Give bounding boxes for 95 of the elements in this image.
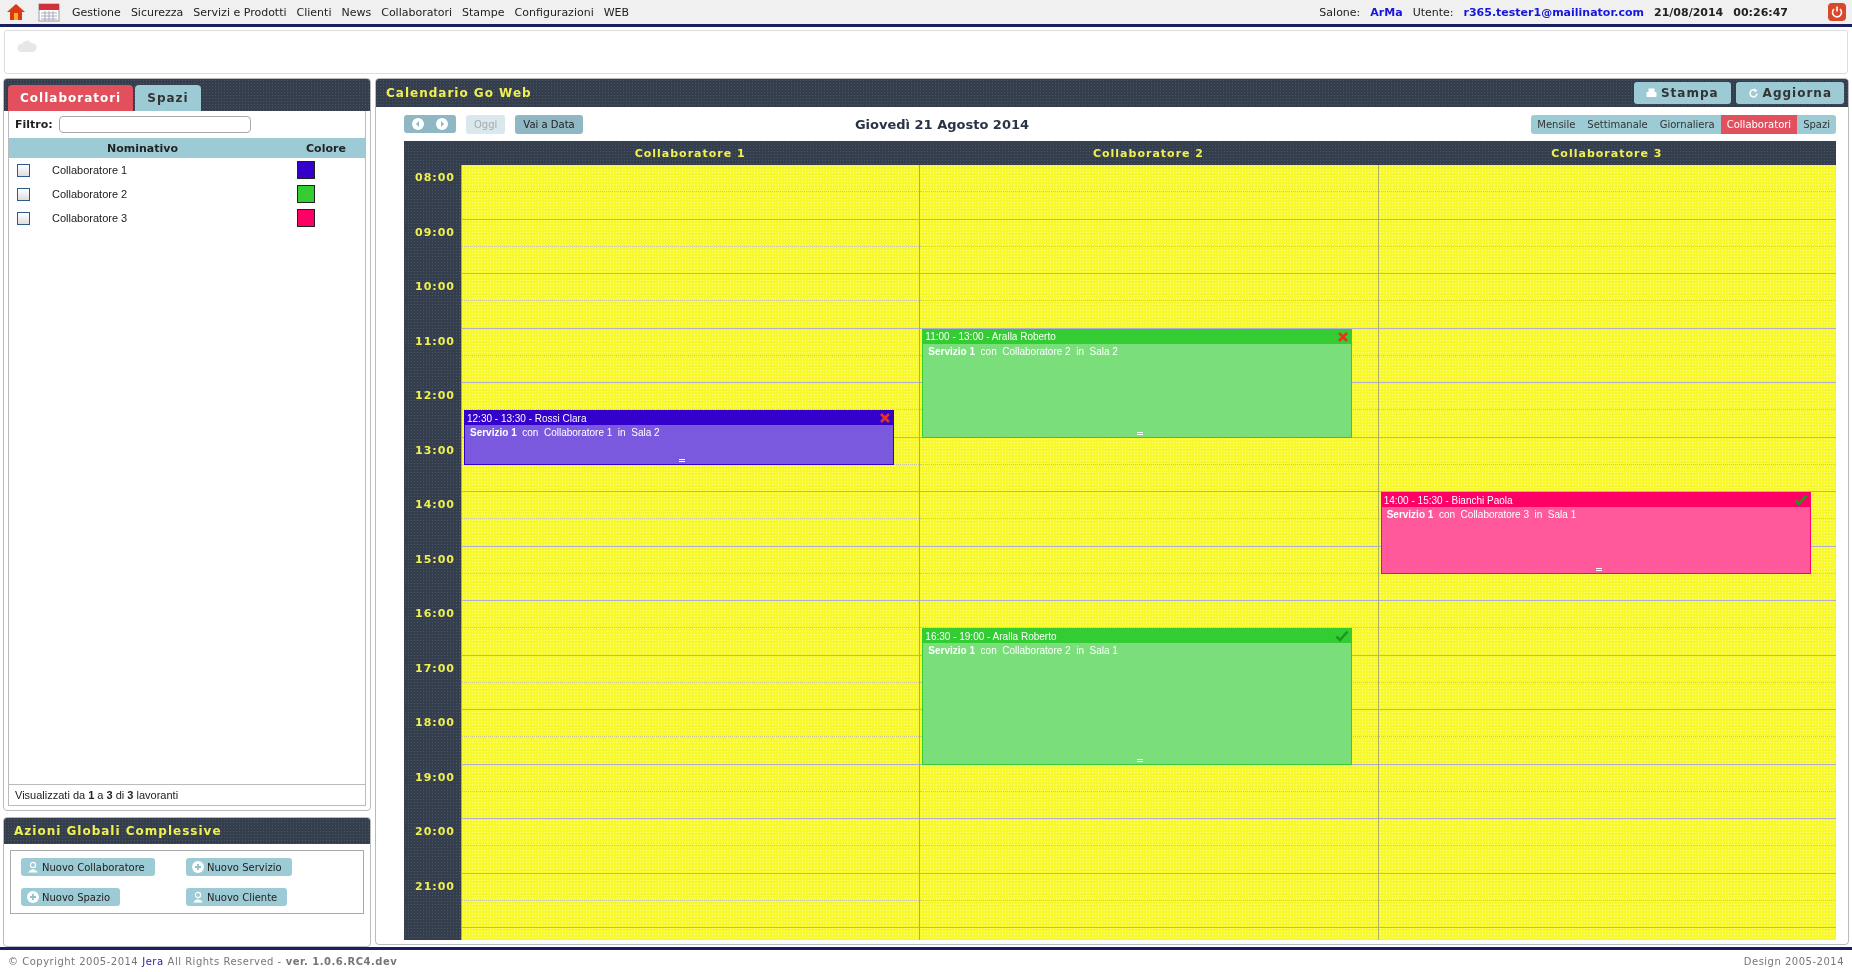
collaborator-name: Collaboratore 1: [52, 164, 129, 176]
salone-name: ArMa: [1370, 5, 1403, 19]
hour-label: 19:00: [415, 770, 455, 784]
user-label: Utente:: [1412, 5, 1454, 19]
panel-tab[interactable]: Spazi: [135, 85, 201, 111]
view-tab[interactable]: Giornaliera: [1653, 114, 1721, 134]
design-text: Design 2005-2014: [1743, 955, 1844, 967]
cross-icon[interactable]: [878, 412, 891, 425]
action-button[interactable]: Nuovo Spazio: [21, 888, 121, 906]
hour-label: 13:00: [415, 443, 455, 457]
rights-text: All Rights Reserved -: [167, 955, 282, 967]
hour-label: 10:00: [415, 280, 455, 293]
collaborator-name: Collaboratore 3: [52, 212, 129, 224]
column-header: Collaboratore 2: [1092, 146, 1204, 160]
company-link[interactable]: Jera: [142, 955, 164, 967]
menu-item[interactable]: Configurazioni: [514, 5, 594, 19]
previous-icon[interactable]: [412, 118, 424, 130]
menu-item[interactable]: News: [341, 5, 372, 19]
hour-label: 15:00: [415, 552, 455, 566]
check-icon[interactable]: [1793, 494, 1808, 506]
hour-label: 08:00: [415, 171, 455, 184]
appointment-time: 12:30 - 13:30 - Rossi Clara: [467, 412, 587, 424]
person-icon: [27, 861, 39, 873]
menu-item[interactable]: Collaboratori: [381, 5, 453, 19]
cross-icon[interactable]: [1337, 330, 1350, 343]
home-icon[interactable]: [6, 2, 26, 22]
column-header: Collaboratore 3: [1551, 146, 1663, 160]
calendar-icon[interactable]: [38, 2, 60, 22]
panel-title: Calendario Go Web: [386, 86, 532, 100]
user-email: r365.tester1@mailinator.com: [1463, 5, 1644, 19]
salone-label: Salone:: [1319, 5, 1361, 19]
hour-label: 16:00: [415, 607, 455, 620]
person-icon: [192, 891, 204, 903]
row-checkbox[interactable]: [17, 187, 30, 201]
current-time: 00:26:47: [1733, 5, 1788, 19]
view-tab[interactable]: Mensile: [1531, 114, 1582, 134]
date-title: Giovedì 21 Agosto 2014: [854, 116, 1030, 132]
menu-item[interactable]: WEB: [603, 5, 630, 19]
next-icon[interactable]: [436, 118, 448, 130]
cloud-icon: [17, 39, 37, 53]
hour-label: 17:00: [415, 661, 455, 675]
hour-label: 14:00: [415, 498, 455, 511]
copyright-text: © Copyright 2005-2014: [8, 955, 139, 967]
filter-label: Filtro:: [15, 118, 53, 131]
column-header: Colore: [306, 141, 346, 155]
toolbar-button[interactable]: Aggiorna: [1735, 82, 1844, 104]
menu-item[interactable]: Gestione: [72, 5, 121, 19]
current-date: 21/08/2014: [1654, 5, 1724, 19]
resize-handle[interactable]: [1595, 567, 1602, 571]
collaborator-name: Collaboratore 2: [52, 188, 129, 200]
appointment-time: 14:00 - 15:30 - Bianchi Paola: [1383, 494, 1513, 506]
toolbar-button[interactable]: Stampa: [1633, 82, 1731, 104]
row-checkbox[interactable]: [17, 163, 30, 177]
print-icon: [1645, 87, 1657, 99]
view-tab[interactable]: Spazi: [1797, 114, 1836, 134]
resize-handle[interactable]: [1137, 758, 1144, 762]
go-to-date-button[interactable]: Vai a Data: [515, 114, 583, 134]
plus-icon: [192, 861, 204, 873]
panel-tab[interactable]: Collaboratori: [8, 85, 134, 111]
appointment-details: Servizio 1 con Collaboratore 2 in Sala 2: [927, 344, 1119, 359]
menu-item[interactable]: Stampe: [462, 5, 505, 19]
column-header: Collaboratore 1: [634, 146, 746, 160]
view-tab[interactable]: Collaboratori: [1720, 114, 1798, 134]
hour-label: 11:00: [415, 334, 455, 348]
appointment-details: Servizio 1 con Collaboratore 1 in Sala 2: [469, 426, 661, 441]
action-button[interactable]: Nuovo Collaboratore: [21, 858, 155, 876]
appointment-time: 16:30 - 19:00 - Aralla Roberto: [925, 630, 1057, 642]
hour-label: 12:00: [415, 389, 455, 402]
appointment[interactable]: 14:00 - 15:30 - Bianchi Paola Servizio 1 con Collaboratore 3 in Sala 1: [1380, 492, 1811, 574]
view-tab[interactable]: Settimanale: [1581, 114, 1654, 134]
action-button[interactable]: Nuovo Servizio: [186, 858, 292, 876]
appointment[interactable]: 12:30 - 13:30 - Rossi Clara Servizio 1 con Collaboratore 1 in Sala 2: [464, 410, 894, 465]
resize-handle[interactable]: [1137, 431, 1144, 435]
appointment-details: Servizio 1 con Collaboratore 2 in Sala 1: [927, 644, 1119, 659]
check-icon[interactable]: [1335, 630, 1350, 643]
panel-title: Azioni Globali Complessive: [14, 824, 222, 838]
menu-item[interactable]: Clienti: [296, 5, 332, 19]
action-button[interactable]: Nuovo Cliente: [186, 888, 288, 906]
appointment-details: Servizio 1 con Collaboratore 3 in Sala 1: [1385, 508, 1578, 522]
row-checkbox[interactable]: [17, 211, 30, 225]
hour-label: 20:00: [415, 825, 455, 838]
resize-handle[interactable]: [678, 458, 685, 462]
menu-item[interactable]: Servizi e Prodotti: [193, 5, 287, 19]
version-text: ver. 1.0.6.RC4.dev: [285, 955, 398, 967]
appointment-time: 11:00 - 13:00 - Aralla Roberto: [925, 331, 1056, 342]
refresh-icon: [1747, 87, 1759, 99]
filter-field[interactable]: [58, 116, 251, 133]
hour-label: 09:00: [415, 225, 455, 239]
menu-item[interactable]: Sicurezza: [130, 5, 184, 19]
column-header: Nominativo: [107, 141, 178, 155]
result-summary: Visualizzati da 1 a 3 di 3 lavoranti: [9, 784, 365, 805]
plus-icon: [27, 891, 39, 903]
hour-label: 18:00: [415, 716, 455, 729]
hour-label: 21:00: [415, 879, 455, 893]
power-icon[interactable]: [1828, 3, 1846, 21]
